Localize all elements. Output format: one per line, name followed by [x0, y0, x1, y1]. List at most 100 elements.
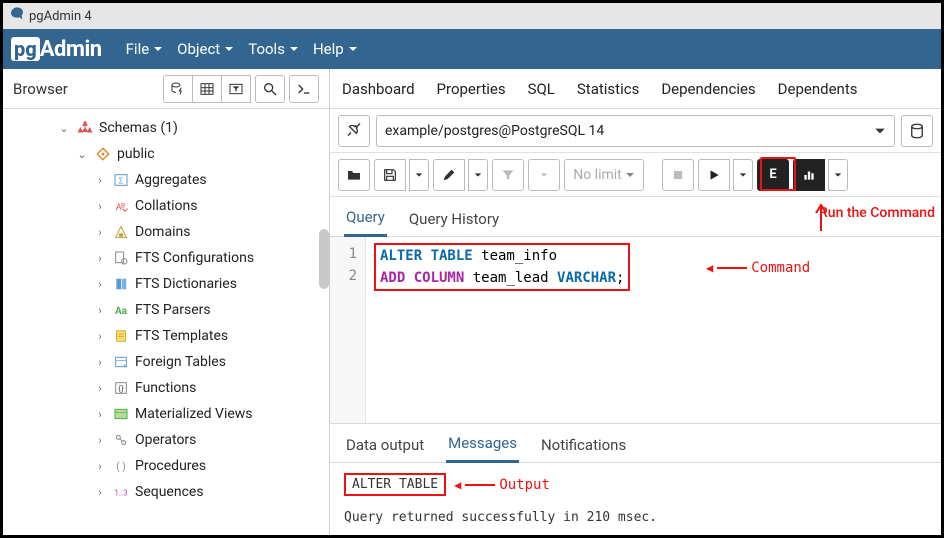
explain-button[interactable]: E [757, 159, 789, 191]
explain-e-icon: E [769, 167, 776, 182]
svg-text:( ): ( ) [116, 460, 125, 472]
chevron-right-icon[interactable]: › [93, 330, 107, 343]
chevron-right-icon[interactable]: › [93, 382, 107, 395]
messages-tab[interactable]: Messages [446, 426, 519, 463]
tree-item[interactable]: ›( )Procedures [3, 453, 329, 479]
tab-dashboard[interactable]: Dashboard [342, 80, 415, 98]
tree-item-label: Materialized Views [135, 406, 253, 422]
filter-menu-button[interactable] [528, 159, 560, 191]
run-button[interactable] [698, 159, 730, 191]
terminal-icon [296, 81, 312, 97]
chevron-down-icon[interactable]: ⌄ [57, 122, 71, 135]
pgadmin-logo: pg Admin [11, 37, 102, 62]
browser-toolbar [163, 75, 319, 103]
tree-item[interactable]: ›Operators [3, 427, 329, 453]
tree-item[interactable]: ›Foreign Tables [3, 349, 329, 375]
chevron-down-icon [739, 171, 747, 179]
chevron-right-icon[interactable]: › [93, 486, 107, 499]
connection-status-button[interactable] [338, 115, 370, 147]
tree-item[interactable]: ›ΣAggregates [3, 167, 329, 193]
logo-admin: Admin [40, 37, 102, 62]
edit-menu-button[interactable] [468, 159, 488, 191]
logo-pg: pg [11, 37, 40, 61]
browser-psql-button[interactable] [289, 75, 319, 103]
chevron-right-icon[interactable]: › [93, 460, 107, 473]
browser-view-data-button[interactable] [192, 75, 222, 103]
chevron-right-icon[interactable]: › [93, 174, 107, 187]
code-box: ALTER TABLE team_infoADD COLUMN team_lea… [374, 243, 630, 291]
browser-search-button[interactable] [255, 75, 285, 103]
chevron-right-icon[interactable]: › [93, 356, 107, 369]
chevron-right-icon[interactable]: › [93, 252, 107, 265]
connection-select[interactable]: example/postgres@PostgreSQL 14 [376, 115, 895, 147]
public-icon [94, 146, 112, 162]
svg-text:1..3: 1..3 [114, 488, 127, 497]
tree-item-label: Functions [135, 380, 196, 396]
tree-item-label: Collations [135, 198, 197, 214]
chevron-right-icon[interactable]: › [93, 408, 107, 421]
tree-item[interactable]: › Materialized Views [3, 401, 329, 427]
tree-item[interactable]: › FTS Configurations [3, 245, 329, 271]
query-tab[interactable]: Query [344, 200, 387, 237]
new-connection-button[interactable] [901, 115, 933, 147]
tree-item[interactable]: ›ABCollations [3, 193, 329, 219]
explain-analyze-button[interactable] [793, 159, 825, 191]
functions-icon: {} [112, 380, 130, 396]
code-area[interactable]: ALTER TABLE team_infoADD COLUMN team_lea… [366, 237, 941, 423]
tree-item-label: Domains [135, 224, 190, 240]
tree-item-label: FTS Dictionaries [135, 276, 237, 292]
tree-item[interactable]: ›FTS Templates [3, 323, 329, 349]
menu-help[interactable]: Help [313, 40, 358, 58]
chevron-right-icon[interactable]: › [93, 200, 107, 213]
tab-sql[interactable]: SQL [528, 80, 555, 98]
database-icon [908, 122, 926, 140]
explain-menu-button[interactable] [828, 159, 848, 191]
chevron-right-icon[interactable]: › [93, 304, 107, 317]
menu-file[interactable]: File [126, 40, 164, 58]
tree-item[interactable]: › FTS Dictionaries [3, 271, 329, 297]
run-menu-button[interactable] [733, 159, 753, 191]
tree-item[interactable]: ›1..3Sequences [3, 479, 329, 505]
tree-item[interactable]: › {} Functions [3, 375, 329, 401]
tree-item-label: FTS Configurations [135, 250, 254, 266]
open-file-button[interactable] [338, 159, 370, 191]
chevron-down-icon [415, 171, 423, 179]
save-menu-button[interactable] [409, 159, 429, 191]
object-tree[interactable]: ⌄Schemas (1)⌄public›ΣAggregates›ABCollat… [3, 109, 329, 535]
foreign-icon [112, 354, 130, 370]
tab-properties[interactable]: Properties [437, 80, 506, 98]
tree-item[interactable]: › Domains [3, 219, 329, 245]
chevron-right-icon[interactable]: › [93, 278, 107, 291]
notifications-tab[interactable]: Notifications [539, 428, 628, 462]
query-tabs: Query Query History [330, 197, 941, 237]
aggregates-icon: Σ [112, 172, 130, 188]
save-button[interactable] [374, 159, 406, 191]
caret-down-icon [625, 170, 635, 180]
menu-tools[interactable]: Tools [248, 40, 299, 58]
edit-button[interactable] [433, 159, 465, 191]
svg-text:{}: {} [118, 384, 124, 394]
domains-icon [112, 224, 130, 240]
tree-item[interactable]: ›AaFTS Parsers [3, 297, 329, 323]
tab-dependents[interactable]: Dependents [778, 80, 858, 98]
chevron-right-icon[interactable]: › [93, 226, 107, 239]
chevron-down-icon[interactable]: ⌄ [75, 148, 89, 161]
stop-button[interactable] [662, 159, 694, 191]
data-output-tab[interactable]: Data output [344, 428, 426, 462]
tree-scrollbar[interactable] [319, 229, 329, 289]
menu-object[interactable]: Object [177, 40, 234, 58]
browser-query-tool-button[interactable] [163, 75, 193, 103]
sql-editor[interactable]: 12 ALTER TABLE team_infoADD COLUMN team_… [330, 237, 941, 423]
menu-help-label: Help [313, 40, 344, 58]
limit-select[interactable]: No limit [564, 159, 644, 191]
browser-panel: Browser ⌄Schemas (1)⌄public›ΣAggregates›… [3, 69, 330, 535]
tree-item[interactable]: ⌄public [3, 141, 329, 167]
query-history-tab[interactable]: Query History [407, 202, 501, 236]
tab-dependencies[interactable]: Dependencies [661, 80, 755, 98]
browser-filter-button[interactable] [221, 75, 251, 103]
main-tabs: Dashboard Properties SQL Statistics Depe… [330, 69, 941, 109]
tab-statistics[interactable]: Statistics [577, 80, 639, 98]
tree-item[interactable]: ⌄Schemas (1) [3, 115, 329, 141]
filter-button[interactable] [492, 159, 524, 191]
chevron-right-icon[interactable]: › [93, 434, 107, 447]
